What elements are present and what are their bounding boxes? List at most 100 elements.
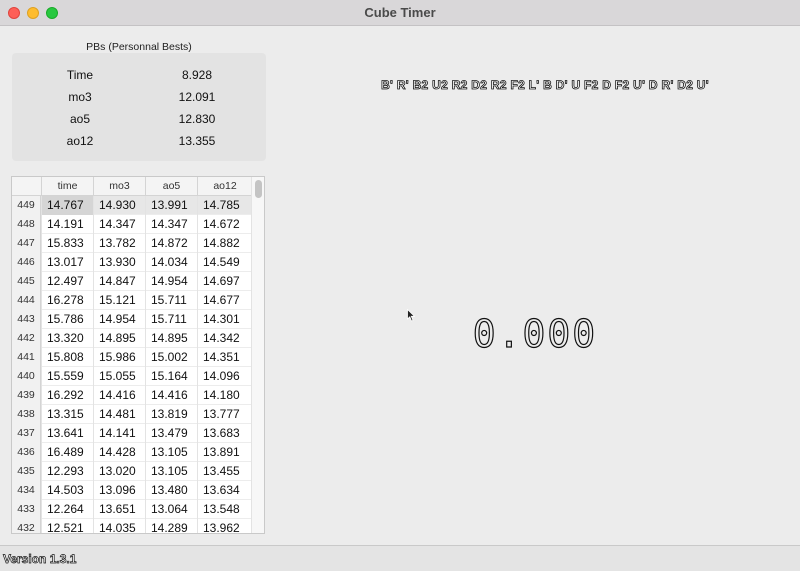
table-cell-mo3[interactable]: 13.651 — [93, 500, 145, 519]
table-row[interactable]: 440 15.559 15.055 15.164 14.096 — [12, 367, 252, 386]
table-cell-time[interactable]: 16.278 — [41, 291, 93, 310]
table-cell-mo3[interactable]: 14.481 — [93, 405, 145, 424]
table-cell-time[interactable]: 15.808 — [41, 348, 93, 367]
table-cell-mo3[interactable]: 14.416 — [93, 386, 145, 405]
table-row[interactable]: 448 14.191 14.347 14.347 14.672 — [12, 215, 252, 234]
table-cell-time[interactable]: 12.521 — [41, 519, 93, 533]
table-cell-ao12[interactable]: 14.342 — [197, 329, 252, 348]
table-cell-ao12[interactable]: 13.891 — [197, 443, 252, 462]
table-cell-time[interactable]: 14.767 — [41, 196, 93, 215]
table-cell-ao5[interactable]: 13.105 — [145, 462, 197, 481]
table-cell-ao5[interactable]: 15.711 — [145, 291, 197, 310]
table-row[interactable]: 434 14.503 13.096 13.480 13.634 — [12, 481, 252, 500]
table-cell-ao5[interactable]: 13.479 — [145, 424, 197, 443]
table-cell-ao5[interactable]: 14.289 — [145, 519, 197, 533]
table-cell-ao12[interactable]: 14.672 — [197, 215, 252, 234]
table-cell-time[interactable]: 13.320 — [41, 329, 93, 348]
row-number: 432 — [12, 519, 41, 533]
vertical-scrollbar[interactable] — [251, 177, 264, 533]
table-cell-ao5[interactable]: 15.711 — [145, 310, 197, 329]
table-row[interactable]: 436 16.489 14.428 13.105 13.891 — [12, 443, 252, 462]
table-row[interactable]: 443 15.786 14.954 15.711 14.301 — [12, 310, 252, 329]
table-row[interactable]: 445 12.497 14.847 14.954 14.697 — [12, 272, 252, 291]
table-cell-mo3[interactable]: 14.035 — [93, 519, 145, 533]
table-cell-ao5[interactable]: 15.164 — [145, 367, 197, 386]
table-cell-time[interactable]: 12.497 — [41, 272, 93, 291]
table-row[interactable]: 437 13.641 14.141 13.479 13.683 — [12, 424, 252, 443]
pb-row-ao12: ao12 13.355 — [12, 130, 266, 152]
table-cell-time[interactable]: 16.489 — [41, 443, 93, 462]
table-cell-ao12[interactable]: 13.634 — [197, 481, 252, 500]
table-row[interactable]: 444 16.278 15.121 15.711 14.677 — [12, 291, 252, 310]
column-header-time[interactable]: time — [41, 177, 93, 196]
table-row[interactable]: 442 13.320 14.895 14.895 14.342 — [12, 329, 252, 348]
table-cell-time[interactable]: 16.292 — [41, 386, 93, 405]
table-cell-ao12[interactable]: 14.882 — [197, 234, 252, 253]
table-cell-ao5[interactable]: 13.064 — [145, 500, 197, 519]
table-cell-ao12[interactable]: 14.096 — [197, 367, 252, 386]
table-cell-ao5[interactable]: 15.002 — [145, 348, 197, 367]
table-cell-time[interactable]: 13.641 — [41, 424, 93, 443]
table-cell-mo3[interactable]: 13.096 — [93, 481, 145, 500]
table-cell-ao12[interactable]: 13.548 — [197, 500, 252, 519]
table-cell-ao12[interactable]: 14.180 — [197, 386, 252, 405]
table-cell-ao5[interactable]: 13.105 — [145, 443, 197, 462]
table-cell-ao12[interactable]: 13.455 — [197, 462, 252, 481]
table-cell-ao5[interactable]: 14.872 — [145, 234, 197, 253]
table-cell-ao12[interactable]: 13.683 — [197, 424, 252, 443]
table-cell-mo3[interactable]: 14.954 — [93, 310, 145, 329]
table-row[interactable]: 447 15.833 13.782 14.872 14.882 — [12, 234, 252, 253]
table-cell-mo3[interactable]: 15.055 — [93, 367, 145, 386]
table-cell-time[interactable]: 13.315 — [41, 405, 93, 424]
table-cell-time[interactable]: 14.191 — [41, 215, 93, 234]
table-cell-ao12[interactable]: 14.351 — [197, 348, 252, 367]
table-cell-mo3[interactable]: 14.428 — [93, 443, 145, 462]
table-cell-mo3[interactable]: 14.847 — [93, 272, 145, 291]
table-row[interactable]: 439 16.292 14.416 14.416 14.180 — [12, 386, 252, 405]
table-cell-ao5[interactable]: 14.347 — [145, 215, 197, 234]
table-cell-ao5[interactable]: 14.954 — [145, 272, 197, 291]
table-cell-mo3[interactable]: 15.121 — [93, 291, 145, 310]
table-cell-ao5[interactable]: 13.480 — [145, 481, 197, 500]
table-row[interactable]: 441 15.808 15.986 15.002 14.351 — [12, 348, 252, 367]
solves-table[interactable]: time mo3 ao5 ao12 449 14.767 14.930 13.991 1… — [11, 176, 265, 534]
table-row[interactable]: 449 14.767 14.930 13.991 14.785 — [12, 196, 252, 215]
table-cell-mo3[interactable]: 15.986 — [93, 348, 145, 367]
scrollbar-thumb[interactable] — [255, 180, 262, 198]
table-row[interactable]: 435 12.293 13.020 13.105 13.455 — [12, 462, 252, 481]
table-cell-mo3[interactable]: 14.141 — [93, 424, 145, 443]
table-cell-ao12[interactable]: 13.962 — [197, 519, 252, 533]
table-cell-time[interactable]: 15.833 — [41, 234, 93, 253]
table-cell-time[interactable]: 15.559 — [41, 367, 93, 386]
table-cell-time[interactable]: 15.786 — [41, 310, 93, 329]
table-cell-mo3[interactable]: 14.347 — [93, 215, 145, 234]
table-cell-ao5[interactable]: 13.819 — [145, 405, 197, 424]
table-cell-mo3[interactable]: 14.930 — [93, 196, 145, 215]
table-cell-ao5[interactable]: 14.034 — [145, 253, 197, 272]
table-cell-ao12[interactable]: 14.697 — [197, 272, 252, 291]
table-row[interactable]: 432 12.521 14.035 14.289 13.962 — [12, 519, 252, 533]
table-cell-ao12[interactable]: 14.549 — [197, 253, 252, 272]
table-cell-ao12[interactable]: 14.301 — [197, 310, 252, 329]
table-row[interactable]: 438 13.315 14.481 13.819 13.777 — [12, 405, 252, 424]
table-cell-ao5[interactable]: 14.895 — [145, 329, 197, 348]
table-cell-ao12[interactable]: 14.677 — [197, 291, 252, 310]
table-cell-time[interactable]: 14.503 — [41, 481, 93, 500]
table-cell-ao5[interactable]: 14.416 — [145, 386, 197, 405]
column-header-mo3[interactable]: mo3 — [93, 177, 145, 196]
table-cell-ao12[interactable]: 14.785 — [197, 196, 252, 215]
table-cell-ao12[interactable]: 13.777 — [197, 405, 252, 424]
table-cell-time[interactable]: 12.293 — [41, 462, 93, 481]
row-number: 443 — [12, 310, 41, 329]
column-header-ao12[interactable]: ao12 — [197, 177, 252, 196]
table-cell-mo3[interactable]: 13.930 — [93, 253, 145, 272]
table-cell-mo3[interactable]: 13.020 — [93, 462, 145, 481]
table-row[interactable]: 433 12.264 13.651 13.064 13.548 — [12, 500, 252, 519]
table-cell-time[interactable]: 13.017 — [41, 253, 93, 272]
table-cell-mo3[interactable]: 13.782 — [93, 234, 145, 253]
table-cell-ao5[interactable]: 13.991 — [145, 196, 197, 215]
table-cell-mo3[interactable]: 14.895 — [93, 329, 145, 348]
table-cell-time[interactable]: 12.264 — [41, 500, 93, 519]
column-header-ao5[interactable]: ao5 — [145, 177, 197, 196]
table-row[interactable]: 446 13.017 13.930 14.034 14.549 — [12, 253, 252, 272]
